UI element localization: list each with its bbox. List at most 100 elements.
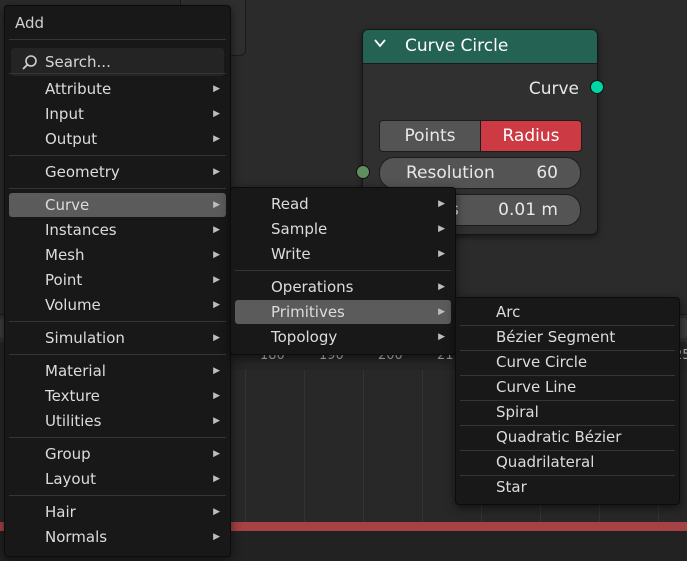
node-header[interactable]: Curve Circle — [363, 30, 597, 64]
menu-item-normals[interactable]: Normals ▶ — [9, 525, 226, 549]
menu-item-primitives[interactable]: Primitives ▶ — [235, 300, 451, 324]
menu-item-label: Geometry — [45, 163, 120, 181]
radius-value: 0.01 m — [498, 200, 558, 220]
submenu-arrow-icon: ▶ — [213, 134, 220, 144]
primitives-submenu: Arc Bézier Segment Curve Circle Curve Li… — [455, 297, 680, 505]
resolution-label: Resolution — [406, 163, 495, 183]
submenu-arrow-icon: ▶ — [213, 449, 220, 459]
submenu-arrow-icon: ▶ — [213, 416, 220, 426]
search-input[interactable]: Search... — [11, 48, 224, 76]
curve-submenu: Read ▶ Sample ▶ Write ▶ Operations ▶ Primiti… — [230, 187, 456, 355]
menu-item-label: Group — [45, 445, 91, 463]
menu-item-label: Primitives — [271, 303, 345, 321]
menu-item-material[interactable]: Material ▶ — [9, 359, 226, 383]
menu-item-utilities[interactable]: Utilities ▶ — [9, 409, 226, 433]
menu-item-quadrilateral[interactable]: Quadrilateral — [460, 450, 675, 474]
menu-item-label: Volume — [45, 296, 101, 314]
menu-item-layout[interactable]: Layout ▶ — [9, 467, 226, 491]
grid-line — [245, 370, 246, 530]
menu-item-texture[interactable]: Texture ▶ — [9, 384, 226, 408]
separator — [9, 354, 226, 355]
menu-item-label: Instances — [45, 221, 117, 239]
submenu-arrow-icon: ▶ — [438, 199, 445, 209]
menu-item-label: Topology — [271, 328, 338, 346]
separator — [235, 270, 451, 271]
menu-item-label: Sample — [271, 220, 328, 238]
menu-item-label: Material — [45, 362, 106, 380]
separator — [9, 39, 226, 40]
submenu-arrow-icon: ▶ — [213, 333, 220, 343]
menu-item-mesh[interactable]: Mesh ▶ — [9, 243, 226, 267]
separator — [9, 155, 226, 156]
menu-item-label: Quadratic Bézier — [496, 428, 622, 446]
menu-item-label: Bézier Segment — [496, 328, 616, 346]
menu-item-label: Normals — [45, 528, 108, 546]
collapse-chevron-icon[interactable] — [373, 36, 387, 54]
menu-item-hair[interactable]: Hair ▶ — [9, 500, 226, 524]
menu-item-input[interactable]: Input ▶ — [9, 102, 226, 126]
separator — [9, 495, 226, 496]
resolution-value: 60 — [536, 163, 558, 183]
menu-item-operations[interactable]: Operations ▶ — [235, 275, 451, 299]
menu-item-write[interactable]: Write ▶ — [235, 242, 451, 266]
menu-item-label: Arc — [496, 303, 521, 321]
menu-item-read[interactable]: Read ▶ — [235, 192, 451, 216]
menu-item-curve-circle[interactable]: Curve Circle — [460, 350, 675, 374]
menu-item-label: Curve Line — [496, 378, 577, 396]
menu-item-topology[interactable]: Topology ▶ — [235, 325, 451, 349]
menu-item-point[interactable]: Point ▶ — [9, 268, 226, 292]
menu-item-label: Read — [271, 195, 309, 213]
resolution-input-socket[interactable] — [356, 165, 370, 179]
menu-item-spiral[interactable]: Spiral — [460, 400, 675, 424]
grid-line — [363, 370, 364, 530]
menu-item-label: Utilities — [45, 412, 102, 430]
menu-item-label: Quadrilateral — [496, 453, 595, 471]
grid-line — [422, 370, 423, 530]
submenu-arrow-icon: ▶ — [213, 300, 220, 310]
submenu-arrow-icon: ▶ — [213, 109, 220, 119]
curve-output-socket[interactable] — [590, 80, 604, 94]
menu-item-label: Curve Circle — [496, 353, 588, 371]
menu-item-simulation[interactable]: Simulation ▶ — [9, 326, 226, 350]
menu-item-instances[interactable]: Instances ▶ — [9, 218, 226, 242]
menu-item-volume[interactable]: Volume ▶ — [9, 293, 226, 317]
menu-item-bezier-segment[interactable]: Bézier Segment — [460, 325, 675, 349]
grid-line — [304, 370, 305, 530]
submenu-arrow-icon: ▶ — [213, 225, 220, 235]
submenu-arrow-icon: ▶ — [213, 167, 220, 177]
menu-item-label: Spiral — [496, 403, 539, 421]
menu-item-label: Input — [45, 105, 84, 123]
submenu-arrow-icon: ▶ — [213, 200, 220, 210]
menu-item-label: Star — [496, 478, 527, 496]
menu-item-label: Point — [45, 271, 83, 289]
separator — [9, 188, 226, 189]
menu-item-output[interactable]: Output ▶ — [9, 127, 226, 151]
node-title: Curve Circle — [405, 36, 509, 56]
submenu-arrow-icon: ▶ — [213, 275, 220, 285]
menu-item-curve[interactable]: Curve ▶ — [9, 193, 226, 217]
mode-radius-button[interactable]: Radius — [480, 120, 582, 152]
resolution-field[interactable]: Resolution 60 — [379, 157, 581, 189]
menu-item-label: Attribute — [45, 80, 112, 98]
menu-item-label: Layout — [45, 470, 96, 488]
menu-item-label: Curve — [45, 196, 90, 214]
menu-item-arc[interactable]: Arc — [460, 300, 675, 324]
menu-item-attribute[interactable]: Attribute ▶ — [9, 77, 226, 101]
menu-item-curve-line[interactable]: Curve Line — [460, 375, 675, 399]
menu-item-star[interactable]: Star — [460, 475, 675, 499]
menu-item-geometry[interactable]: Geometry ▶ — [9, 160, 226, 184]
menu-item-label: Output — [45, 130, 98, 148]
mode-points-button[interactable]: Points — [379, 120, 481, 152]
menu-item-sample[interactable]: Sample ▶ — [235, 217, 451, 241]
submenu-arrow-icon: ▶ — [213, 84, 220, 94]
separator — [9, 73, 226, 74]
menu-item-label: Write — [271, 245, 311, 263]
submenu-arrow-icon: ▶ — [438, 249, 445, 259]
menu-item-group[interactable]: Group ▶ — [9, 442, 226, 466]
separator — [9, 437, 226, 438]
output-socket-label: Curve — [528, 79, 579, 99]
submenu-arrow-icon: ▶ — [213, 507, 220, 517]
submenu-arrow-icon: ▶ — [213, 532, 220, 542]
submenu-arrow-icon: ▶ — [438, 282, 445, 292]
menu-item-quadratic-bezier[interactable]: Quadratic Bézier — [460, 425, 675, 449]
